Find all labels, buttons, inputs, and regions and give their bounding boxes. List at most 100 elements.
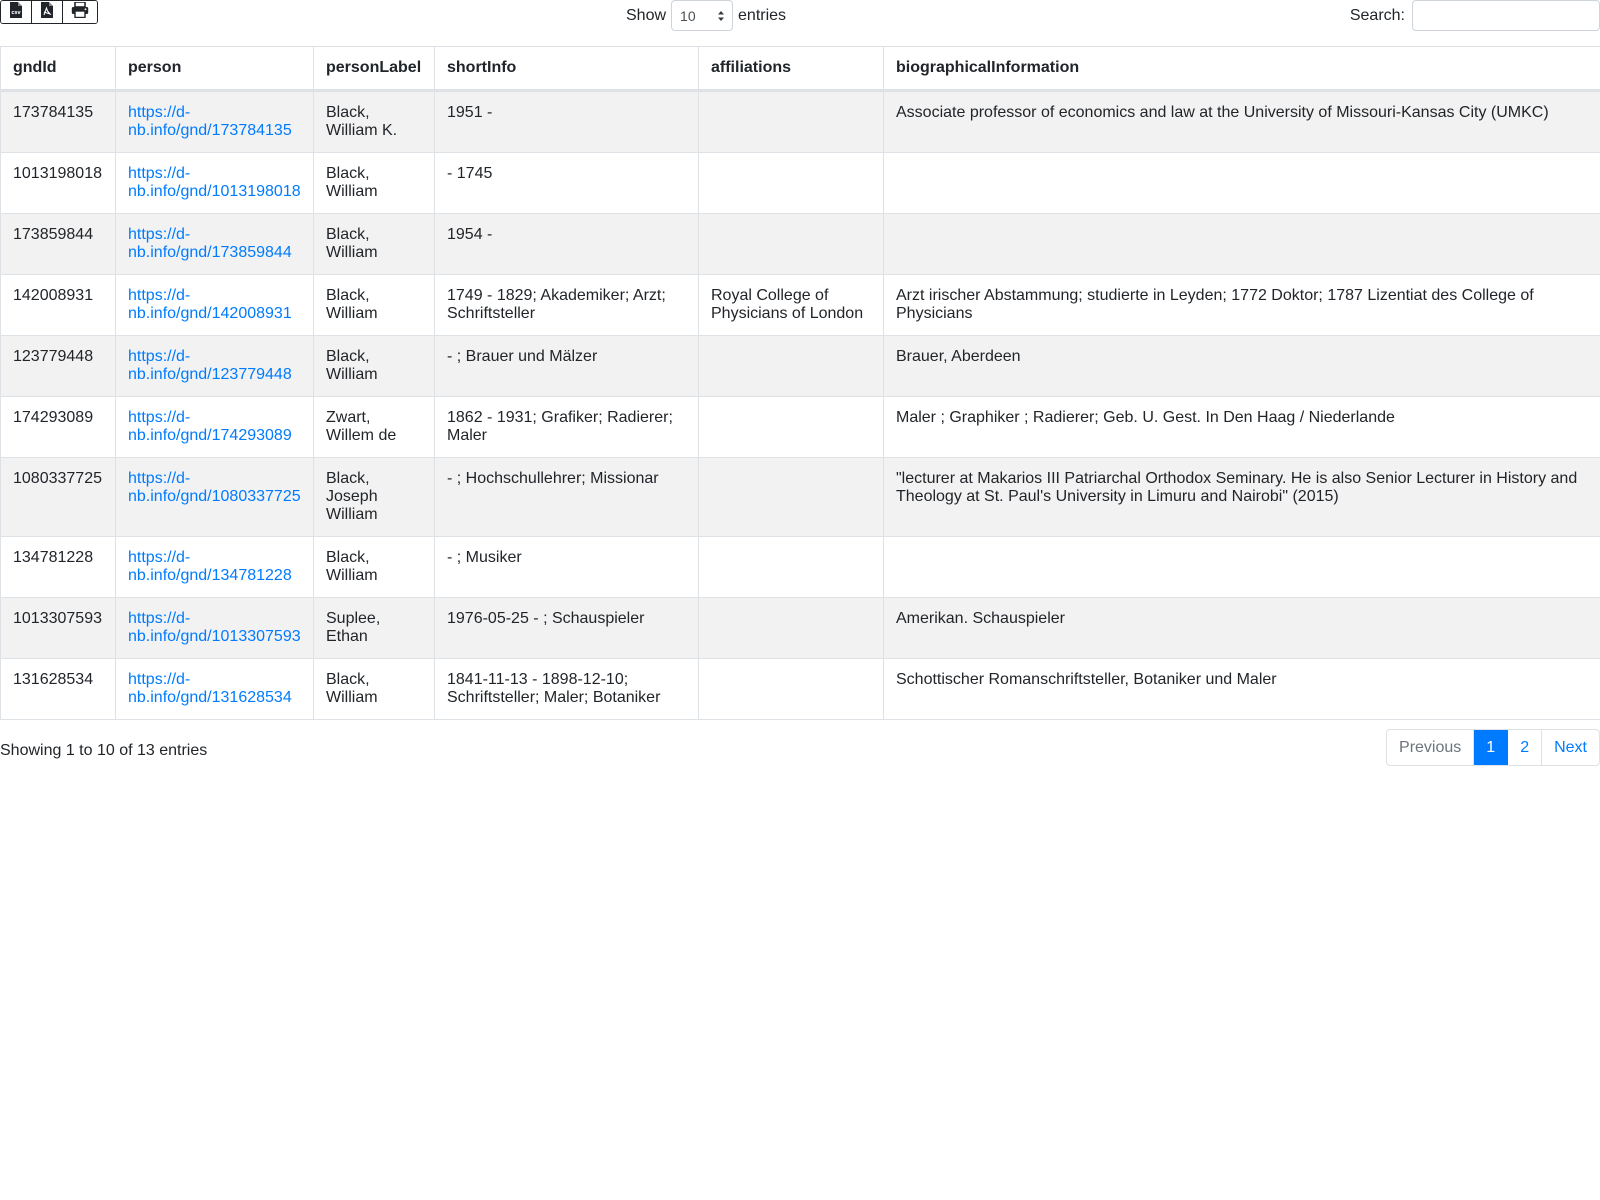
cell-person: https://d-nb.info/gnd/131628534	[115, 658, 314, 720]
pdf-file-icon	[40, 1, 54, 23]
csv-file-icon: csv	[9, 1, 23, 23]
cell-affiliations	[698, 335, 884, 397]
person-link[interactable]: https://d-nb.info/gnd/134781228	[128, 549, 292, 584]
table-row: 123779448 https://d-nb.info/gnd/123779448…	[0, 335, 1600, 397]
cell-biographicalInformation	[883, 536, 1600, 598]
previous-page-button[interactable]: Previous	[1387, 730, 1475, 765]
table-row: 131628534 https://d-nb.info/gnd/131628534…	[0, 658, 1600, 720]
export-csv-button[interactable]: csv	[1, 1, 32, 23]
search-control: Search:	[1350, 0, 1600, 31]
cell-gndId: 1080337725	[0, 457, 116, 537]
export-button-group: csv	[0, 0, 98, 24]
table-info: Showing 1 to 10 of 13 entries	[0, 742, 208, 759]
column-header-gndId[interactable]: gndId	[0, 46, 116, 92]
cell-shortInfo: 1951 -	[434, 90, 699, 153]
table-row: 142008931 https://d-nb.info/gnd/142008931…	[0, 274, 1600, 336]
page-length-select[interactable]: 10	[671, 0, 734, 31]
cell-personLabel: Black, William	[313, 658, 435, 720]
search-label: Search:	[1349, 6, 1405, 24]
page-2-button[interactable]: 2	[1508, 730, 1543, 765]
table-footer: Showing 1 to 10 of 13 entries Previous 1 2…	[0, 729, 1600, 775]
person-link[interactable]: https://d-nb.info/gnd/142008931	[128, 287, 292, 322]
cell-personLabel: Black, William	[313, 536, 435, 598]
cell-shortInfo: - 1745	[434, 152, 699, 214]
cell-shortInfo: 1976-05-25 - ; Schauspieler	[434, 597, 699, 659]
person-link[interactable]: https://d-nb.info/gnd/1080337725	[128, 470, 301, 505]
cell-affiliations	[698, 396, 884, 458]
cell-personLabel: Zwart, Willem de	[313, 396, 435, 458]
cell-person: https://d-nb.info/gnd/173859844	[115, 213, 314, 275]
svg-text:csv: csv	[11, 10, 21, 16]
cell-affiliations	[698, 597, 884, 659]
person-link[interactable]: https://d-nb.info/gnd/131628534	[128, 671, 292, 706]
cell-biographicalInformation: Associate professor of economics and law…	[883, 90, 1600, 153]
cell-biographicalInformation	[883, 152, 1600, 214]
cell-gndId: 1013198018	[0, 152, 116, 214]
cell-biographicalInformation: Maler ; Graphiker ; Radierer; Geb. U. Ge…	[883, 396, 1600, 458]
column-header-person[interactable]: person	[115, 46, 314, 92]
cell-gndId: 131628534	[0, 658, 116, 720]
person-link[interactable]: https://d-nb.info/gnd/1013307593	[128, 610, 301, 645]
table-row: 173784135 https://d-nb.info/gnd/173784135…	[0, 90, 1600, 153]
cell-affiliations: Royal College of Physicians of London	[698, 274, 884, 336]
page-length-control: Show 10 entries	[626, 0, 786, 31]
cell-biographicalInformation: Brauer, Aberdeen	[883, 335, 1600, 397]
cell-personLabel: Black, Joseph William	[313, 457, 435, 537]
cell-gndId: 134781228	[0, 536, 116, 598]
export-pdf-button[interactable]	[32, 1, 63, 23]
cell-affiliations	[698, 213, 884, 275]
cell-gndId: 173859844	[0, 213, 116, 275]
table-row: 174293089 https://d-nb.info/gnd/174293089…	[0, 396, 1600, 458]
column-header-personLabel[interactable]: personLabel	[313, 46, 435, 92]
cell-shortInfo: - ; Brauer und Mälzer	[434, 335, 699, 397]
cell-biographicalInformation: Arzt irischer Abstammung; studierte in L…	[883, 274, 1600, 336]
page-1-button[interactable]: 1	[1474, 730, 1509, 765]
cell-gndId: 1013307593	[0, 597, 116, 659]
cell-personLabel: Suplee, Ethan	[313, 597, 435, 659]
cell-person: https://d-nb.info/gnd/1013198018	[115, 152, 314, 214]
cell-biographicalInformation: Amerikan. Schauspieler	[883, 597, 1600, 659]
cell-personLabel: Black, William	[313, 274, 435, 336]
table-row: 1013198018 https://d-nb.info/gnd/10131980…	[0, 152, 1600, 214]
cell-shortInfo: - ; Musiker	[434, 536, 699, 598]
person-link[interactable]: https://d-nb.info/gnd/173784135	[128, 104, 292, 139]
cell-biographicalInformation: Schottischer Romanschriftsteller, Botani…	[883, 658, 1600, 720]
cell-personLabel: Black, William	[313, 335, 435, 397]
cell-person: https://d-nb.info/gnd/123779448	[115, 335, 314, 397]
cell-person: https://d-nb.info/gnd/1013307593	[115, 597, 314, 659]
cell-personLabel: Black, William K.	[313, 90, 435, 153]
column-header-shortInfo[interactable]: shortInfo	[434, 46, 699, 92]
column-header-biographicalInformation[interactable]: biographicalInformation	[883, 46, 1600, 92]
cell-shortInfo: 1954 -	[434, 213, 699, 275]
column-header-affiliations[interactable]: affiliations	[698, 46, 884, 92]
table-header-row: gndId person personLabel shortInfo affiliati…	[0, 46, 1600, 92]
person-link[interactable]: https://d-nb.info/gnd/123779448	[128, 348, 292, 383]
pagination: Previous 1 2 Next	[1386, 729, 1600, 766]
cell-affiliations	[698, 457, 884, 537]
table-row: 1013307593 https://d-nb.info/gnd/10133075…	[0, 597, 1600, 659]
cell-shortInfo: - ; Hochschullehrer; Missionar	[434, 457, 699, 537]
results-table: gndId person personLabel shortInfo affiliati…	[0, 46, 1600, 720]
cell-person: https://d-nb.info/gnd/142008931	[115, 274, 314, 336]
search-input[interactable]	[1412, 0, 1600, 31]
next-page-button[interactable]: Next	[1542, 730, 1599, 765]
cell-personLabel: Black, William	[313, 152, 435, 214]
person-link[interactable]: https://d-nb.info/gnd/174293089	[128, 409, 292, 444]
cell-personLabel: Black, William	[313, 213, 435, 275]
cell-person: https://d-nb.info/gnd/1080337725	[115, 457, 314, 537]
cell-gndId: 174293089	[0, 396, 116, 458]
person-link[interactable]: https://d-nb.info/gnd/1013198018	[128, 165, 301, 200]
cell-shortInfo: 1841-11-13 - 1898-12-10; Schriftsteller;…	[434, 658, 699, 720]
cell-person: https://d-nb.info/gnd/174293089	[115, 396, 314, 458]
print-icon	[71, 1, 89, 23]
table-row: 173859844 https://d-nb.info/gnd/173859844…	[0, 213, 1600, 275]
page-length-value: 10	[680, 7, 696, 24]
table-body: 173784135 https://d-nb.info/gnd/173784135…	[0, 90, 1600, 720]
cell-gndId: 142008931	[0, 274, 116, 336]
cell-biographicalInformation: "lecturer at Makarios III Patriarchal Or…	[883, 457, 1600, 537]
cell-biographicalInformation	[883, 213, 1600, 275]
cell-affiliations	[698, 536, 884, 598]
person-link[interactable]: https://d-nb.info/gnd/173859844	[128, 226, 292, 261]
print-button[interactable]	[63, 1, 97, 23]
table-toolbar: csv Show 10 entries Search:	[0, 0, 1600, 46]
